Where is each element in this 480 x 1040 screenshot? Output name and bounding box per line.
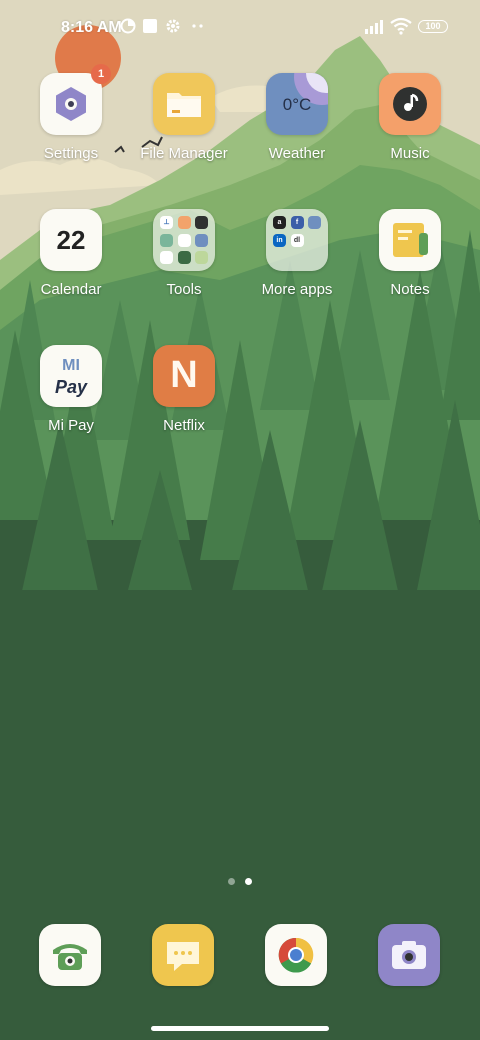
more-notifications-icon (192, 24, 203, 28)
status-bar: 8:16 AM 100 (0, 0, 480, 56)
weather-icon: 0°C (266, 73, 328, 135)
dock-phone[interactable] (39, 924, 101, 986)
wifi-icon (390, 17, 412, 35)
signal-icon (365, 20, 383, 34)
app-label: Weather (268, 145, 326, 162)
notes-icon (379, 209, 441, 271)
square-notification-icon (143, 19, 157, 33)
mini-app-icon (195, 216, 208, 229)
app-notes[interactable]: Notes (358, 209, 462, 298)
mini-app-icon (195, 251, 208, 264)
mi-pay-icon: MI Pay (40, 345, 102, 407)
app-music[interactable]: Music (358, 73, 462, 162)
app-settings[interactable]: 1 Settings (19, 64, 123, 162)
more-apps-folder-icon: a f in dl (266, 209, 328, 271)
settings-icon (40, 73, 102, 135)
page-dot-1[interactable] (228, 878, 235, 885)
dock-messages[interactable] (152, 924, 214, 986)
mini-app-icon: dl (290, 233, 304, 247)
folder-tools[interactable]: ⊥ Tools (132, 209, 236, 298)
mini-app-icon (160, 251, 173, 264)
folder-icon (153, 73, 215, 135)
app-label: Settings (43, 145, 99, 162)
mini-app-icon (177, 216, 191, 229)
dock-camera[interactable] (378, 924, 440, 986)
app-weather[interactable]: 0°C Weather (245, 73, 349, 162)
app-label: More apps (261, 281, 333, 298)
calendar-icon: 22 (40, 209, 102, 271)
app-label: Music (390, 145, 430, 162)
home-screen: 8:16 AM 100 1 Settings File Manager 0°C … (0, 0, 480, 1040)
mini-app-icon (195, 233, 208, 247)
gear-icon (166, 19, 180, 33)
camera-icon (392, 941, 426, 969)
mini-app-icon: ⊥ (160, 216, 173, 229)
home-indicator[interactable] (151, 1026, 329, 1031)
weather-temp: 0°C (282, 95, 312, 114)
app-label: Notes (390, 281, 430, 298)
calendar-date: 22 (56, 225, 86, 255)
mini-app-icon (177, 233, 191, 247)
mini-app-icon (177, 251, 191, 264)
app-mi-pay[interactable]: MI Pay Mi Pay (19, 345, 123, 434)
messages-icon (167, 942, 199, 971)
app-netflix[interactable]: N Netflix (132, 345, 236, 434)
app-label: Netflix (163, 417, 205, 434)
facebook-icon: f (290, 216, 304, 229)
folder-more-apps[interactable]: a f in dl More apps (245, 209, 349, 298)
music-note-icon (379, 73, 441, 135)
phone-icon (53, 944, 87, 970)
amazon-icon: a (273, 216, 286, 229)
dock-chrome[interactable] (265, 924, 327, 986)
mini-app-icon (308, 216, 321, 229)
app-label: Mi Pay (48, 417, 94, 434)
battery-indicator: 100 (418, 20, 448, 33)
app-file-manager[interactable]: File Manager (132, 73, 236, 162)
mi-pay-logo-line2: Pay (54, 377, 88, 397)
mi-pay-logo-line1: MI (62, 357, 80, 374)
app-label: File Manager (140, 145, 228, 162)
page-dot-2-active[interactable] (245, 878, 252, 885)
data-saver-icon (120, 18, 136, 34)
notification-badge: 1 (91, 64, 111, 84)
tools-folder-icon: ⊥ (153, 209, 215, 271)
app-calendar[interactable]: 22 Calendar (19, 209, 123, 298)
app-label: Calendar (40, 281, 102, 298)
netflix-letter: N (170, 354, 198, 396)
mini-app-icon (160, 233, 173, 247)
chrome-icon (278, 937, 314, 973)
netflix-icon: N (153, 345, 215, 407)
app-label: Tools (166, 281, 202, 298)
linkedin-icon: in (273, 233, 286, 247)
clock: 8:16 AM (61, 19, 122, 36)
